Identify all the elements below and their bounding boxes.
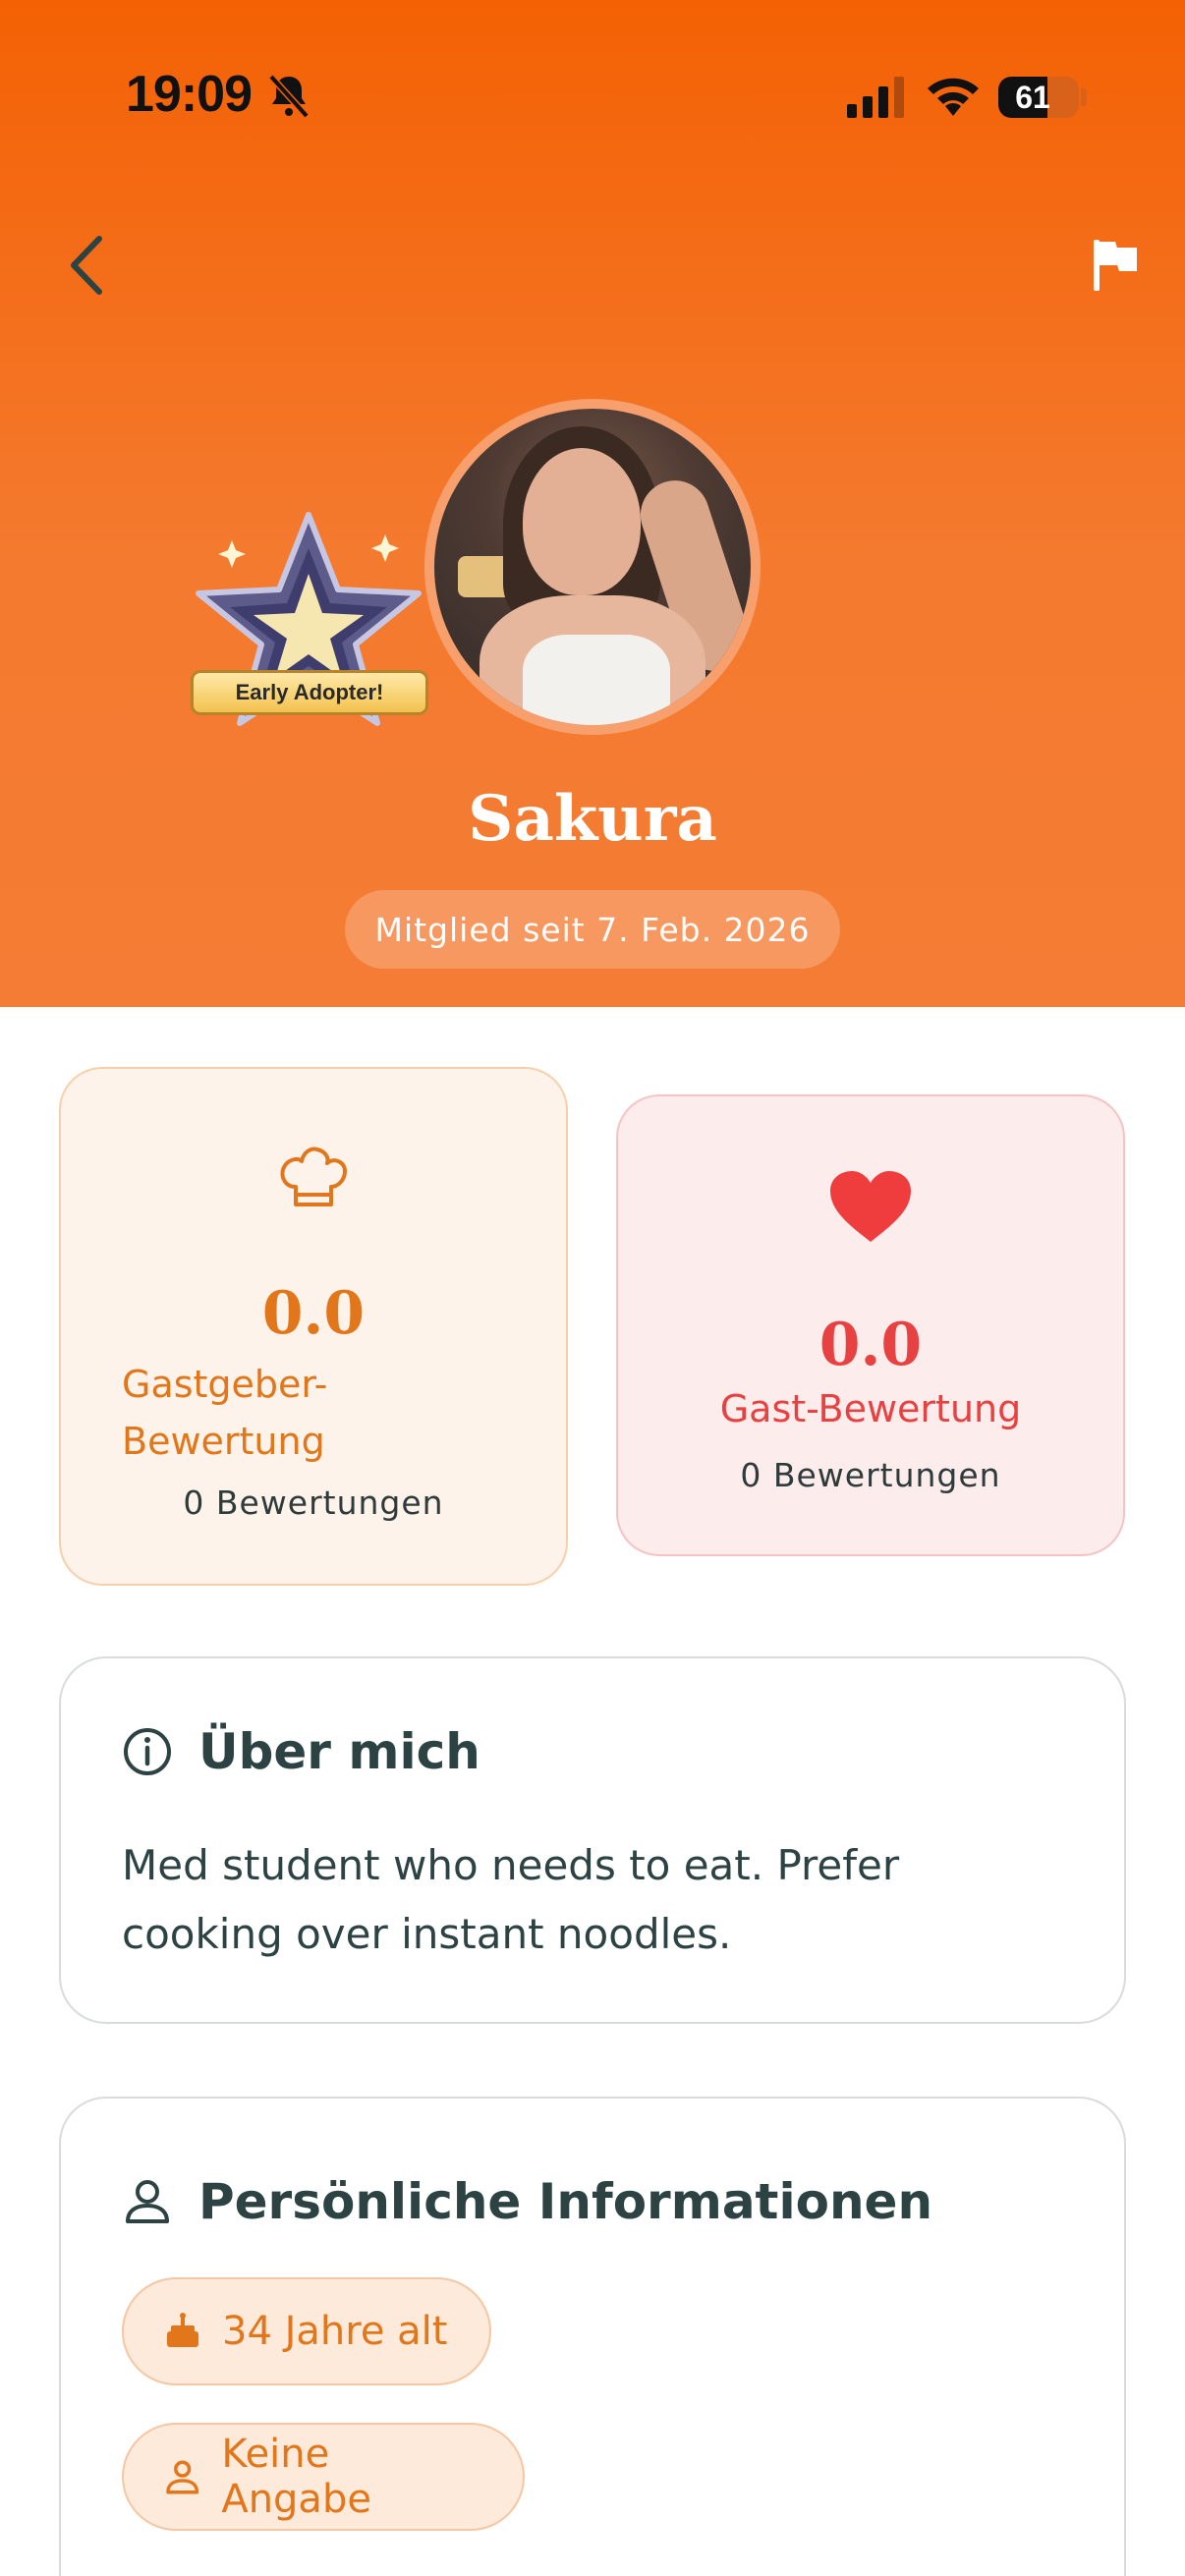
personal-info-title: Persönliche Informationen — [198, 2173, 933, 2230]
gender-text: Keine Angabe — [221, 2432, 371, 2522]
age-chip: 34 Jahre alt — [122, 2277, 491, 2385]
guest-rating-count: 0 Bewertungen — [740, 1456, 1001, 1494]
battery-percentage: 61 — [1015, 80, 1050, 115]
report-flag-button[interactable] — [1079, 228, 1154, 303]
battery-nub — [1081, 88, 1087, 106]
bell-off-icon — [268, 74, 310, 118]
status-time: 19:09 — [126, 66, 253, 123]
host-rating-score: 0.0 — [261, 1279, 366, 1348]
status-bar: 19:09 61 — [0, 0, 1185, 196]
signal-icon — [847, 77, 904, 118]
about-me-text: Med student who needs to eat. Prefer coo… — [122, 1841, 900, 1958]
guest-rating-score: 0.0 — [818, 1311, 923, 1379]
member-since-badge: Mitglied seit 7. Feb. 2026 — [345, 890, 840, 969]
battery-icon: 61 — [998, 77, 1079, 118]
chef-hat-icon — [280, 1147, 347, 1206]
cake-icon — [167, 2313, 198, 2347]
host-rating-label: Gastgeber- Bewertung — [122, 1356, 515, 1470]
early-adopter-label: Early Adopter! — [191, 670, 428, 715]
host-rating-count: 0 Bewertungen — [183, 1484, 444, 1522]
info-icon — [124, 1728, 171, 1775]
back-button[interactable] — [51, 226, 120, 305]
guest-rating-card: 0.0 Gast-Bewertung 0 Bewertungen — [616, 1094, 1125, 1556]
about-me-title: Über mich — [198, 1723, 480, 1780]
personal-info-section: Persönliche Informationen 34 Jahre alt K… — [59, 2097, 1126, 2576]
back-arrow-icon — [71, 236, 102, 295]
guest-rating-label: Gast-Bewertung — [719, 1387, 1022, 1430]
host-rating-label-line2: Bewertung — [122, 1420, 325, 1463]
person-icon — [126, 2180, 169, 2223]
profile-name: Sakura — [468, 782, 717, 856]
wifi-icon — [928, 78, 979, 116]
about-me-section: Über mich Med student who needs to eat. … — [59, 1656, 1126, 2024]
avatar — [424, 399, 761, 735]
profile-header: 19:09 61 Early Adopter! Sakura Mitglied … — [0, 0, 1185, 1007]
host-rating-label-line1: Gastgeber- — [122, 1363, 328, 1406]
flag-icon — [1094, 240, 1137, 291]
gender-chip: Keine Angabe — [122, 2423, 525, 2531]
avatar-photo — [434, 409, 751, 725]
heart-icon — [830, 1171, 911, 1242]
host-rating-card: 0.0 Gastgeber- Bewertung 0 Bewertungen — [59, 1067, 568, 1586]
person-icon — [166, 2460, 199, 2494]
age-text: 34 Jahre alt — [222, 2309, 448, 2354]
